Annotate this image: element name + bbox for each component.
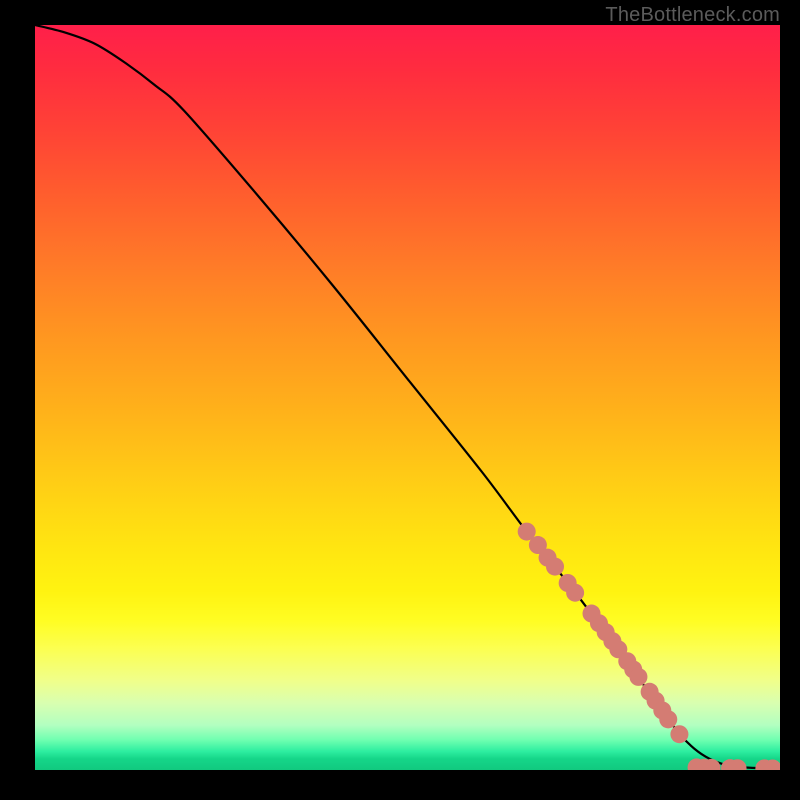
curve-marker bbox=[629, 668, 647, 686]
curve-layer bbox=[35, 25, 780, 770]
curve-markers bbox=[518, 523, 780, 770]
bottleneck-curve bbox=[35, 25, 780, 769]
curve-marker bbox=[659, 710, 677, 728]
curve-marker bbox=[566, 584, 584, 602]
attribution-text: TheBottleneck.com bbox=[605, 4, 780, 27]
plot-area bbox=[35, 25, 780, 770]
chart-stage: TheBottleneck.com bbox=[0, 0, 800, 800]
curve-marker bbox=[670, 725, 688, 743]
curve-marker bbox=[546, 558, 564, 576]
